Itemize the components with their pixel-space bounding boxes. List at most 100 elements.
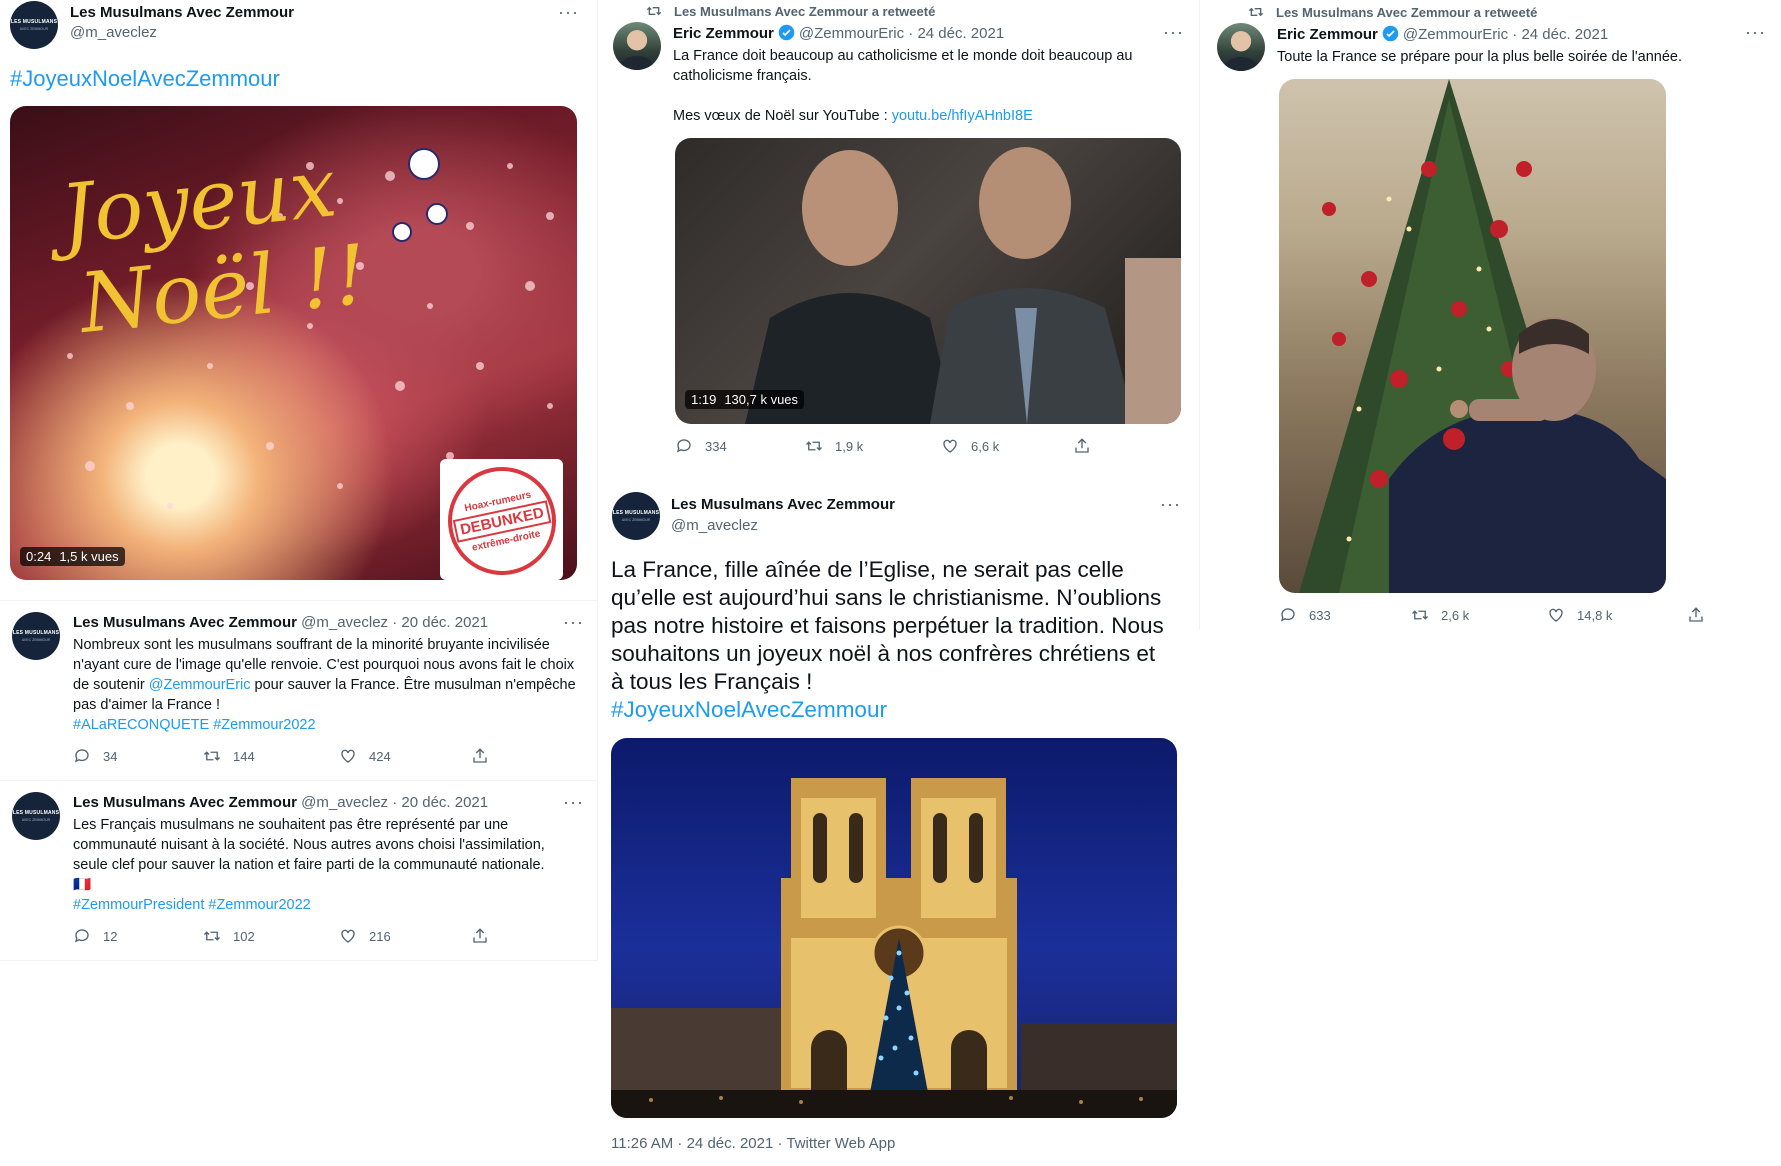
more-options-icon[interactable]: ··· [1163, 22, 1184, 43]
share-icon [473, 928, 487, 943]
author-name[interactable]: Les Musulmans Avec Zemmour [73, 614, 297, 631]
share-button[interactable] [1073, 437, 1091, 455]
video-overlay-title: Joyeux Noël !! [56, 140, 372, 353]
verified-badge-icon [778, 24, 795, 41]
tweet-header: Eric Zemmour @ZemmourEric · 24 déc. 2021 [673, 24, 1004, 42]
youtube-link[interactable]: youtu.be/hfIyAHnbI8E [892, 108, 1033, 124]
reply-button[interactable]: 34 [73, 747, 117, 765]
avatar[interactable]: LES MUSULMANS AVEC ZEMMOUR [12, 792, 60, 840]
video-duration: 0:24 1,5 k vues [20, 547, 125, 566]
reply-icon [676, 439, 691, 453]
tweet-text: Toute la France se prépare pour la plus … [1277, 49, 1682, 65]
author-handle-date[interactable]: @m_aveclez · 20 déc. 2021 [301, 794, 488, 811]
like-button[interactable]: 216 [339, 927, 391, 945]
author-name[interactable]: Eric Zemmour [673, 25, 774, 42]
cathedral-illustration [611, 778, 1177, 1118]
column-right: Les Musulmans Avec Zemmour a retweeté Er… [1200, 0, 1781, 1166]
share-button[interactable] [471, 747, 489, 765]
video-people-figures [745, 147, 1181, 424]
retweet-icon [646, 6, 662, 16]
tweet-image[interactable] [611, 738, 1177, 1118]
tweet-hashtag[interactable]: #JoyeuxNoelAvecZemmour [10, 66, 280, 92]
share-button[interactable] [1687, 606, 1705, 624]
reply-button[interactable]: 633 [1279, 606, 1331, 624]
heart-icon [943, 439, 957, 453]
tweet-text: La France doit beaucoup au catholicisme … [673, 48, 1133, 124]
divider [0, 780, 598, 781]
verified-badge-icon [1382, 25, 1399, 42]
column-middle: Les Musulmans Avec Zemmour a retweeté Er… [598, 0, 1200, 1166]
column-left: LES MUSULMANS AVEC ZEMMOUR Les Musulmans… [0, 0, 598, 1166]
hashtag[interactable]: #JoyeuxNoelAvecZemmour [611, 696, 1171, 724]
like-button[interactable]: 424 [339, 747, 391, 765]
mention-link[interactable]: @ZemmourEric [149, 677, 251, 693]
retweet-icon [806, 441, 822, 451]
author-handle-date[interactable]: @ZemmourEric · 24 déc. 2021 [799, 25, 1004, 42]
heart-icon [341, 929, 355, 943]
tweet-timestamp[interactable]: 11:26 AM · 24 déc. 2021 · Twitter Web Ap… [611, 1135, 895, 1152]
retweeted-label: Les Musulmans Avec Zemmour a retweeté [646, 3, 935, 19]
like-button[interactable]: 14,8 k [1547, 606, 1612, 624]
tweet-video[interactable]: 1:19 130,7 k vues [675, 138, 1181, 424]
reply-button[interactable]: 334 [675, 437, 727, 455]
retweet-icon [204, 751, 220, 761]
author-handle-date[interactable]: @ZemmourEric · 24 déc. 2021 [1403, 26, 1608, 43]
retweet-button[interactable]: 2,6 k [1411, 606, 1469, 624]
tweet-image[interactable] [1279, 79, 1666, 593]
christmas-tree-illustration [1299, 79, 1666, 593]
reply-icon [1280, 608, 1295, 622]
tweet-actions: 334 1,9 k 6,6 k [675, 437, 1105, 457]
author-name[interactable]: Eric Zemmour [1277, 26, 1378, 43]
divider [0, 960, 598, 961]
tweet-header: Les Musulmans Avec Zemmour @m_aveclez · … [73, 614, 588, 631]
hashtags[interactable]: #ZemmourPresident #Zemmour2022 [73, 895, 578, 915]
author-name[interactable]: Les Musulmans Avec Zemmour [73, 794, 297, 811]
retweet-icon [1412, 610, 1428, 620]
more-options-icon[interactable]: ··· [558, 2, 579, 23]
share-button[interactable] [471, 927, 489, 945]
reply-button[interactable]: 12 [73, 927, 117, 945]
author-handle[interactable]: @m_aveclez [671, 517, 758, 534]
avatar[interactable]: LES MUSULMANS AVEC ZEMMOUR [10, 1, 58, 49]
reply-icon [74, 929, 89, 943]
retweet-icon [1248, 7, 1264, 17]
more-options-icon[interactable]: ··· [563, 612, 584, 633]
tweet-actions: 34 144 424 [73, 747, 503, 767]
avatar[interactable]: LES MUSULMANS AVEC ZEMMOUR [12, 612, 60, 660]
author-name[interactable]: Les Musulmans Avec Zemmour [671, 496, 895, 513]
retweet-button[interactable]: 144 [203, 747, 255, 765]
debunked-stamp: Hoax-rumeurs DEBUNKED extrême-droite [437, 456, 567, 580]
tweet-actions: 633 2,6 k 14,8 k [1279, 606, 1719, 626]
tweet-video[interactable]: Joyeux Noël !! Hoax-rumeurs DEBUNKED ext… [10, 106, 577, 580]
avatar[interactable] [1217, 23, 1265, 71]
divider [0, 600, 598, 601]
tweet-actions: 12 102 216 [73, 927, 503, 947]
hashtags[interactable]: #ALaRECONQUETE #Zemmour2022 [73, 715, 578, 735]
tweet-text: Les Français musulmans ne souhaitent pas… [73, 815, 578, 915]
video-duration: 1:19 130,7 k vues [685, 390, 805, 409]
retweet-icon [204, 931, 220, 941]
like-button[interactable]: 6,6 k [941, 437, 999, 455]
author-name[interactable]: Les Musulmans Avec Zemmour [70, 4, 294, 21]
flag-fr-icon: 🇫🇷 [73, 877, 92, 893]
tweet-header: Eric Zemmour @ZemmourEric · 24 déc. 2021 [1277, 25, 1608, 43]
avatar[interactable]: LES MUSULMANS AVEC ZEMMOUR [612, 492, 660, 540]
r-logo-icons [392, 148, 448, 242]
more-options-icon[interactable]: ··· [1745, 22, 1766, 43]
main-tweet-text: La France, fille aînée de l’Eglise, ne s… [611, 556, 1171, 724]
avatar[interactable] [613, 22, 661, 70]
retweeted-label: Les Musulmans Avec Zemmour a retweeté [1248, 4, 1537, 20]
author-handle-date[interactable]: @m_aveclez · 20 déc. 2021 [301, 614, 488, 631]
share-icon [473, 748, 487, 763]
author-handle[interactable]: @m_aveclez [70, 24, 157, 41]
heart-icon [1549, 608, 1563, 622]
reply-icon [74, 749, 89, 763]
retweet-button[interactable]: 102 [203, 927, 255, 945]
retweet-button[interactable]: 1,9 k [805, 437, 863, 455]
share-icon [1689, 607, 1703, 622]
tweet-text: Nombreux sont les musulmans souffrant de… [73, 635, 578, 735]
more-options-icon[interactable]: ··· [563, 792, 584, 813]
more-options-icon[interactable]: ··· [1160, 494, 1181, 515]
share-icon [1075, 438, 1089, 453]
heart-icon [341, 749, 355, 763]
